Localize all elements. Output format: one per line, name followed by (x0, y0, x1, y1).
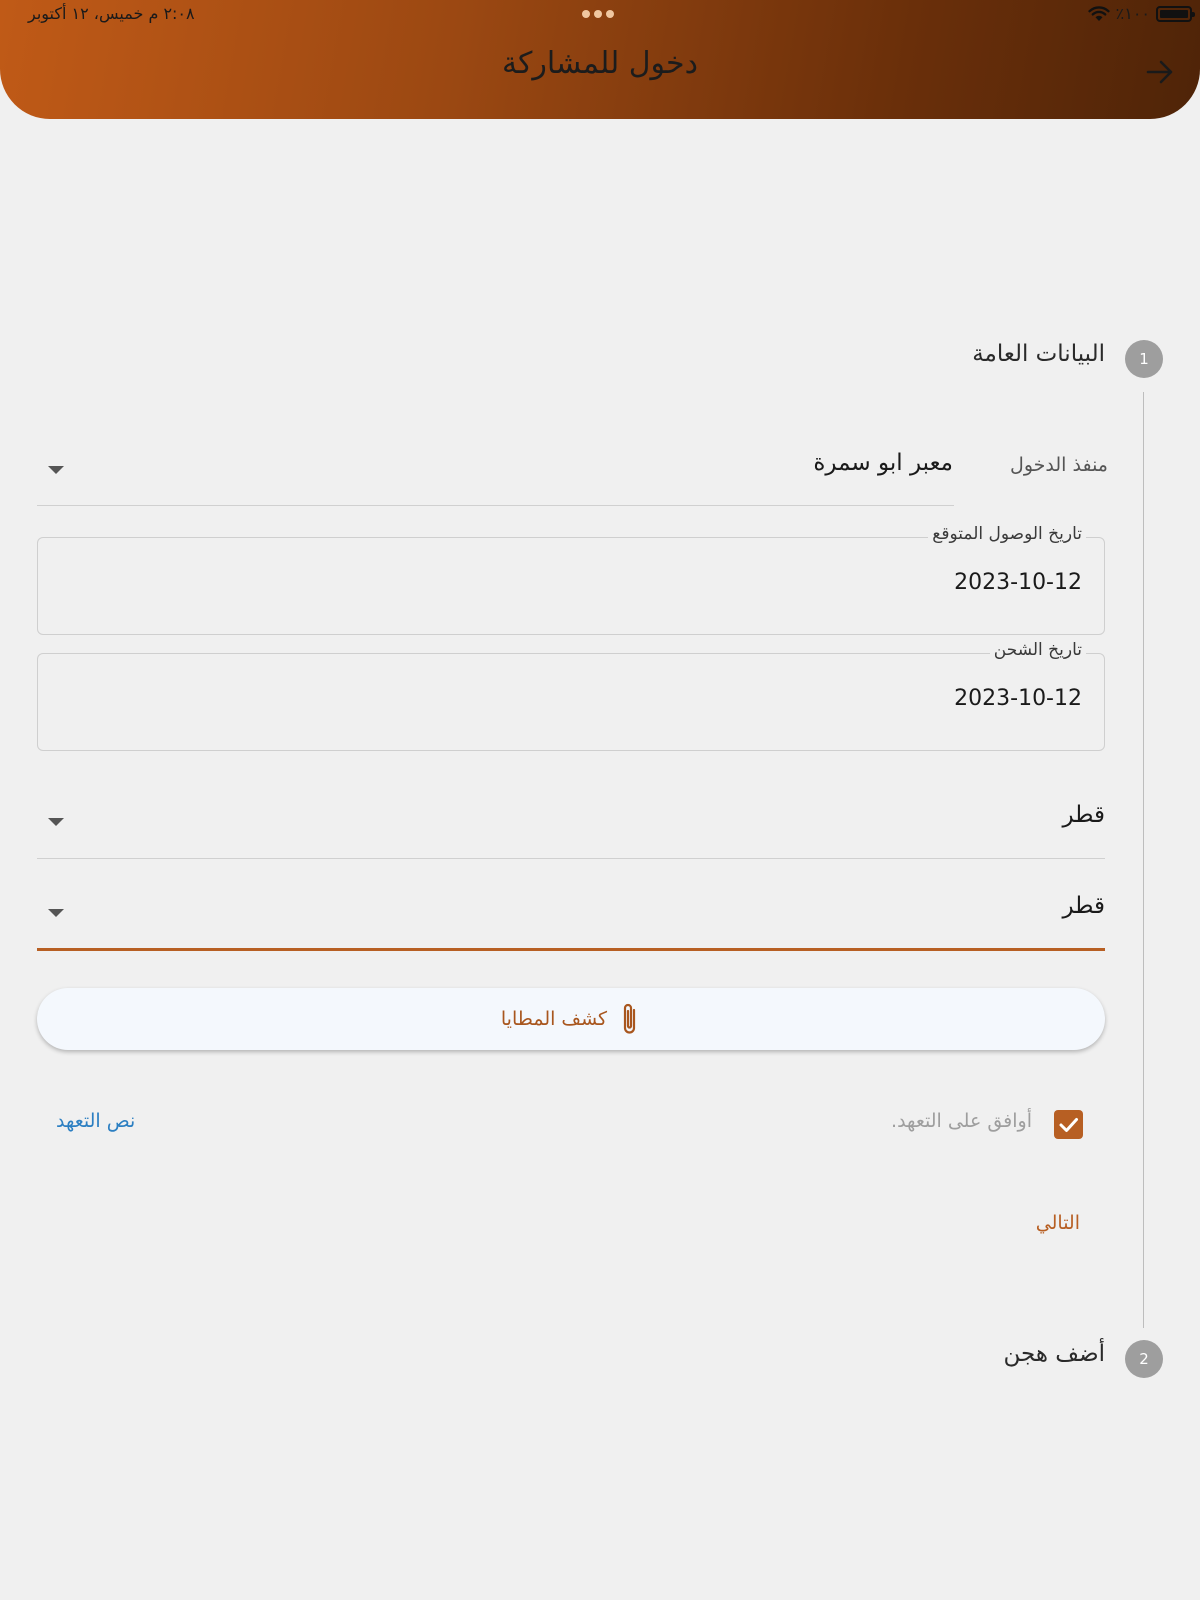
country-1-value[interactable]: قطر (1062, 802, 1105, 828)
entry-port-label: منفذ الدخول (1010, 454, 1108, 476)
chevron-down-icon[interactable] (48, 818, 64, 826)
wifi-icon (1088, 5, 1110, 21)
attach-button-label: كشف المطايا (500, 1008, 608, 1030)
paperclip-icon (624, 1003, 636, 1034)
battery-icon (1156, 5, 1195, 22)
agree-label: أوافق على التعهد. (891, 1110, 1032, 1132)
step-1-title[interactable]: البيانات العامة (972, 341, 1105, 367)
agree-checkbox[interactable] (1054, 1110, 1083, 1139)
chevron-down-icon[interactable] (48, 466, 64, 474)
entry-port-value[interactable]: معبر ابو سمرة (813, 450, 953, 476)
step-1-indicator[interactable]: 1 (1125, 340, 1163, 378)
country-2-value[interactable]: قطر (1062, 893, 1105, 919)
entry-port-underline (37, 505, 954, 506)
chevron-down-icon[interactable] (48, 909, 64, 917)
step-2-title[interactable]: أضف هجن (1003, 1341, 1105, 1367)
page: ٢:٠٨ م خميس، ١٢ أكتوبر ٪١٠٠ دخول للمشارك… (0, 0, 1200, 1600)
status-indicators: ٪١٠٠ (1088, 4, 1195, 23)
country-2-underline-focused (37, 948, 1105, 951)
arrival-date-label: تاريخ الوصول المتوقع (928, 524, 1086, 544)
attach-riders-list-button[interactable]: كشف المطايا (37, 988, 1105, 1050)
status-date: خميس، ١٢ أكتوبر (28, 4, 144, 23)
multitasking-dots-icon[interactable] (582, 10, 614, 18)
shipping-date-field[interactable]: تاريخ الشحن 2023-10-12 (37, 640, 1105, 751)
step-2-indicator[interactable]: 2 (1125, 1340, 1163, 1378)
pledge-text-link[interactable]: نص التعهد (56, 1110, 135, 1132)
arrival-date-value[interactable]: 2023-10-12 (954, 570, 1082, 595)
app-header: ٢:٠٨ م خميس، ١٢ أكتوبر ٪١٠٠ دخول للمشارك… (0, 0, 1200, 119)
battery-percent: ٪١٠٠ (1115, 4, 1150, 23)
page-title: دخول للمشاركة (502, 46, 698, 81)
country-1-underline (37, 858, 1105, 859)
stepper-connector (1143, 392, 1144, 1328)
next-button[interactable]: التالي (1036, 1212, 1080, 1234)
status-time: ٢:٠٨ م (148, 4, 195, 23)
shipping-date-value[interactable]: 2023-10-12 (954, 686, 1082, 711)
status-clock: ٢:٠٨ م خميس، ١٢ أكتوبر (10, 4, 195, 23)
shipping-date-label: تاريخ الشحن (989, 640, 1086, 660)
arrow-right-icon[interactable] (1144, 56, 1176, 88)
checkmark-icon (1059, 1118, 1078, 1132)
arrival-date-field[interactable]: تاريخ الوصول المتوقع 2023-10-12 (37, 524, 1105, 635)
